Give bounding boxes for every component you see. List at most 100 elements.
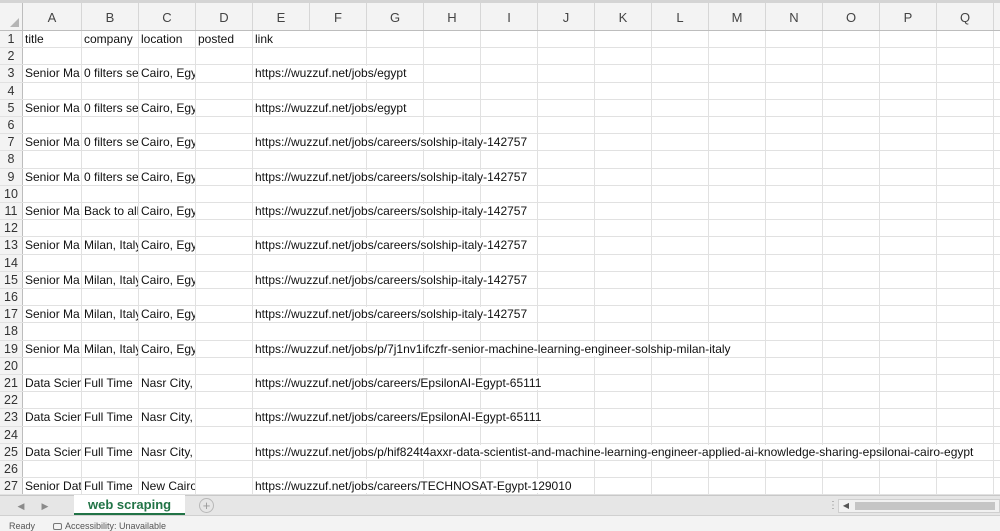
column-header-h[interactable]: H bbox=[424, 3, 481, 30]
cell-c13[interactable]: Cairo, Egypt bbox=[139, 237, 196, 254]
cell-a7[interactable]: Senior Ma bbox=[23, 134, 82, 151]
column-header-p[interactable]: P bbox=[880, 3, 937, 30]
cell-c4[interactable] bbox=[139, 82, 196, 99]
cell-d9[interactable] bbox=[196, 168, 253, 185]
cell-e4[interactable] bbox=[253, 83, 1000, 99]
row-header[interactable]: 11 bbox=[0, 203, 23, 220]
cell-d14[interactable] bbox=[196, 254, 253, 271]
cell-c26[interactable] bbox=[139, 461, 196, 478]
column-header-j[interactable]: J bbox=[538, 3, 595, 30]
cell-d26[interactable] bbox=[196, 461, 253, 478]
cell-e3[interactable]: https://wuzzuf.net/jobs/egypt bbox=[253, 65, 1000, 81]
cell-b7[interactable]: 0 filters se bbox=[82, 134, 139, 151]
column-header-b[interactable]: B bbox=[82, 3, 139, 30]
cell-c5[interactable]: Cairo, Egypt bbox=[139, 99, 196, 116]
cell-b2[interactable] bbox=[82, 48, 139, 65]
cell-d20[interactable] bbox=[196, 357, 253, 374]
cell-c14[interactable] bbox=[139, 254, 196, 271]
cell-a9[interactable]: Senior Ma bbox=[23, 168, 82, 185]
cell-d4[interactable] bbox=[196, 82, 253, 99]
column-header-m[interactable]: M bbox=[709, 3, 766, 30]
cell-b27[interactable]: Full Time bbox=[82, 478, 139, 495]
column-header-n[interactable]: N bbox=[766, 3, 823, 30]
cell-d27[interactable] bbox=[196, 478, 253, 495]
row-header[interactable]: 3 bbox=[0, 65, 23, 82]
row-header[interactable]: 2 bbox=[0, 48, 23, 65]
cell-b25[interactable]: Full Time bbox=[82, 443, 139, 460]
row-header[interactable]: 12 bbox=[0, 220, 23, 237]
column-header-d[interactable]: D bbox=[196, 3, 253, 30]
cell-a23[interactable]: Data Scien bbox=[23, 409, 82, 426]
row-header[interactable]: 16 bbox=[0, 289, 23, 306]
cell-b9[interactable]: 0 filters se bbox=[82, 168, 139, 185]
row-header[interactable]: 1 bbox=[0, 31, 23, 48]
cell-e21[interactable]: https://wuzzuf.net/jobs/careers/EpsilonA… bbox=[253, 375, 1000, 391]
cell-c9[interactable]: Cairo, Egypt bbox=[139, 168, 196, 185]
cell-b11[interactable]: Back to all bbox=[82, 203, 139, 220]
cell-d15[interactable] bbox=[196, 271, 253, 288]
cell-d3[interactable] bbox=[196, 65, 253, 82]
cell-d18[interactable] bbox=[196, 323, 253, 340]
cell-a2[interactable] bbox=[23, 48, 82, 65]
cell-b13[interactable]: Milan, Italy bbox=[82, 237, 139, 254]
scroll-thumb[interactable] bbox=[855, 502, 995, 510]
cell-d13[interactable] bbox=[196, 237, 253, 254]
column-header-e[interactable]: E bbox=[253, 3, 310, 30]
cell-c21[interactable]: Nasr City, Cairo, Egypt bbox=[139, 375, 196, 392]
cell-e14[interactable] bbox=[253, 255, 1000, 271]
row-header[interactable]: 9 bbox=[0, 168, 23, 185]
cell-c25[interactable]: Nasr City, Cairo, Egypt bbox=[139, 443, 196, 460]
cell-e15[interactable]: https://wuzzuf.net/jobs/careers/solship-… bbox=[253, 272, 1000, 288]
sheet-tab-web-scraping[interactable]: web scraping bbox=[74, 495, 186, 516]
row-header[interactable]: 19 bbox=[0, 340, 23, 357]
cell-b24[interactable] bbox=[82, 426, 139, 443]
cell-a17[interactable]: Senior Ma bbox=[23, 306, 82, 323]
cell-b8[interactable] bbox=[82, 151, 139, 168]
cell-b3[interactable]: 0 filters se bbox=[82, 65, 139, 82]
cell-a20[interactable] bbox=[23, 357, 82, 374]
cell-c10[interactable] bbox=[139, 185, 196, 202]
cell-b21[interactable]: Full Time bbox=[82, 375, 139, 392]
cell-c2[interactable] bbox=[139, 48, 196, 65]
cell-a5[interactable]: Senior Ma bbox=[23, 99, 82, 116]
cell-e6[interactable] bbox=[253, 117, 1000, 133]
row-header[interactable]: 23 bbox=[0, 409, 23, 426]
cell-a6[interactable] bbox=[23, 117, 82, 134]
cell-d25[interactable] bbox=[196, 443, 253, 460]
cell-a14[interactable] bbox=[23, 254, 82, 271]
cell-e17[interactable]: https://wuzzuf.net/jobs/careers/solship-… bbox=[253, 306, 1000, 322]
cell-d6[interactable] bbox=[196, 117, 253, 134]
row-header[interactable]: 24 bbox=[0, 426, 23, 443]
cell-d24[interactable] bbox=[196, 426, 253, 443]
cell-d2[interactable] bbox=[196, 48, 253, 65]
cell-e27[interactable]: https://wuzzuf.net/jobs/careers/TECHNOSA… bbox=[253, 478, 1000, 494]
spreadsheet-grid[interactable]: ABCDEFGHIJKLMNOPQ 1 title company location p… bbox=[0, 0, 1000, 495]
row-header[interactable]: 26 bbox=[0, 461, 23, 478]
cell-e20[interactable] bbox=[253, 358, 1000, 374]
cell-a16[interactable] bbox=[23, 289, 82, 306]
cell-c3[interactable]: Cairo, Egypt bbox=[139, 65, 196, 82]
cell-e19[interactable]: https://wuzzuf.net/jobs/p/7j1nv1ifczfr-s… bbox=[253, 341, 1000, 357]
cell-c18[interactable] bbox=[139, 323, 196, 340]
cell-e8[interactable] bbox=[253, 151, 1000, 167]
cell-e18[interactable] bbox=[253, 323, 1000, 339]
cell-e24[interactable] bbox=[253, 427, 1000, 443]
cell-a21[interactable]: Data Scien bbox=[23, 375, 82, 392]
cell-b17[interactable]: Milan, Italy bbox=[82, 306, 139, 323]
cell-a26[interactable] bbox=[23, 461, 82, 478]
cell-a15[interactable]: Senior Ma bbox=[23, 271, 82, 288]
row-header[interactable]: 7 bbox=[0, 134, 23, 151]
cell-e7[interactable]: https://wuzzuf.net/jobs/careers/solship-… bbox=[253, 134, 1000, 150]
cell-d8[interactable] bbox=[196, 151, 253, 168]
triangle-left-icon[interactable]: ◀ bbox=[12, 498, 30, 514]
plus-circle-icon[interactable]: + bbox=[199, 498, 214, 513]
cell-b10[interactable] bbox=[82, 185, 139, 202]
cell-b26[interactable] bbox=[82, 461, 139, 478]
cell-d16[interactable] bbox=[196, 289, 253, 306]
cell-a19[interactable]: Senior Ma bbox=[23, 340, 82, 357]
cell-d1[interactable]: posted bbox=[196, 31, 253, 48]
cell-e12[interactable] bbox=[253, 220, 1000, 236]
cell-c12[interactable] bbox=[139, 220, 196, 237]
cell-b1[interactable]: company bbox=[82, 31, 139, 48]
tab-split-handle-icon[interactable]: ⋮ bbox=[828, 499, 838, 513]
